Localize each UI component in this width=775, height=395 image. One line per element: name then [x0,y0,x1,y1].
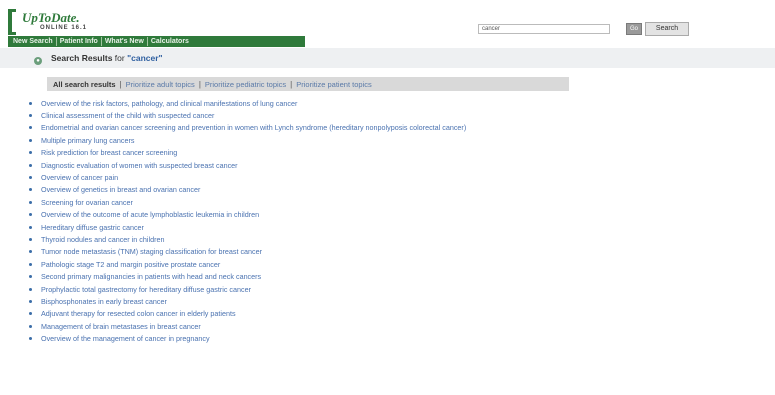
result-link[interactable]: Pathologic stage T2 and margin positive … [41,260,220,269]
result-item: Overview of the outcome of acute lymphob… [29,209,466,221]
result-item: Overview of the risk factors, pathology,… [29,97,466,109]
result-item: Clinical assessment of the child with su… [29,109,466,121]
bullet-icon [29,250,32,254]
result-item: Pathologic stage T2 and margin positive … [29,258,466,270]
main-nav: New Search Patient Info What's New Calcu… [8,36,305,47]
nav-whats-new[interactable]: What's New [102,37,148,46]
result-item: Diagnostic evaluation of women with susp… [29,159,466,171]
bullet-icon [29,101,32,105]
result-link[interactable]: Multiple primary lung cancers [41,136,134,145]
result-item: Management of brain metastases in breast… [29,320,466,332]
bullet-icon [29,262,32,266]
results-query: "cancer" [127,53,163,63]
result-item: Prophylactic total gastrectomy for hered… [29,283,466,295]
result-link[interactable]: Hereditary diffuse gastric cancer [41,223,144,232]
results-title-for: for [114,53,125,63]
logo-name: UpToDate. [22,10,80,25]
uptodate-logo[interactable]: UpToDate. ONLINE 16.1 [8,9,308,35]
result-link[interactable]: Tumor node metastasis (TNM) staging clas… [41,247,262,256]
bullet-icon [29,163,32,167]
nav-calculators[interactable]: Calculators [148,37,192,46]
go-button[interactable]: Go [626,23,642,35]
bullet-icon [29,287,32,291]
bullet-icon [29,138,32,142]
bullet-icon [29,225,32,229]
top-header: UpToDate. ONLINE 16.1 New Search Patient… [0,0,775,48]
result-link[interactable]: Management of brain metastases in breast… [41,322,201,331]
result-link[interactable]: Screening for ovarian cancer [41,198,133,207]
result-link[interactable]: Clinical assessment of the child with su… [41,111,214,120]
result-link[interactable]: Thyroid nodules and cancer in children [41,235,164,244]
bullet-icon [29,312,32,316]
search-input[interactable] [478,24,610,34]
result-link[interactable]: Bisphosphonates in early breast cancer [41,297,167,306]
tab-patient-topics[interactable]: Prioritize patient topics [293,80,374,89]
result-item: Screening for ovarian cancer [29,196,466,208]
result-filter-tabs: All search results | Prioritize adult to… [47,77,569,91]
tab-all-results[interactable]: All search results [50,80,119,89]
result-link[interactable]: Overview of the risk factors, pathology,… [41,99,297,108]
results-list: Overview of the risk factors, pathology,… [29,97,466,345]
search-results-icon: ● [34,57,42,65]
result-item: Bisphosphonates in early breast cancer [29,295,466,307]
bullet-icon [29,176,32,180]
result-link[interactable]: Adjuvant therapy for resected colon canc… [41,309,236,318]
result-link[interactable]: Overview of cancer pain [41,173,118,182]
result-link[interactable]: Risk prediction for breast cancer screen… [41,148,177,157]
result-item: Second primary malignancies in patients … [29,270,466,282]
bullet-icon [29,200,32,204]
bullet-icon [29,324,32,328]
result-link[interactable]: Diagnostic evaluation of women with susp… [41,161,238,170]
bullet-icon [29,188,32,192]
result-link[interactable]: Second primary malignancies in patients … [41,272,261,281]
logo-bracket-icon [8,9,16,35]
results-title-prefix: Search Results [51,53,113,63]
tab-adult-topics[interactable]: Prioritize adult topics [123,80,198,89]
bullet-icon [29,151,32,155]
result-item: Adjuvant therapy for resected colon canc… [29,308,466,320]
results-title: Search Results for "cancer" [51,53,163,63]
bullet-icon [29,237,32,241]
result-item: Hereditary diffuse gastric cancer [29,221,466,233]
nav-new-search[interactable]: New Search [10,37,57,46]
bullet-icon [29,275,32,279]
result-link[interactable]: Endometrial and ovarian cancer screening… [41,123,466,132]
result-link[interactable]: Overview of the management of cancer in … [41,334,210,343]
tab-pediatric-topics[interactable]: Prioritize pediatric topics [202,80,289,89]
result-item: Overview of genetics in breast and ovari… [29,184,466,196]
nav-patient-info[interactable]: Patient Info [57,37,102,46]
logo-subtitle: ONLINE 16.1 [40,25,88,31]
result-link[interactable]: Overview of genetics in breast and ovari… [41,185,200,194]
bullet-icon [29,299,32,303]
result-item: Tumor node metastasis (TNM) staging clas… [29,246,466,258]
result-item: Endometrial and ovarian cancer screening… [29,122,466,134]
result-link[interactable]: Prophylactic total gastrectomy for hered… [41,285,251,294]
result-item: Overview of the management of cancer in … [29,332,466,344]
bullet-icon [29,213,32,217]
result-item: Multiple primary lung cancers [29,134,466,146]
result-item: Risk prediction for breast cancer screen… [29,147,466,159]
bullet-icon [29,114,32,118]
result-item: Overview of cancer pain [29,171,466,183]
result-link[interactable]: Overview of the outcome of acute lymphob… [41,210,259,219]
bullet-icon [29,126,32,130]
result-item: Thyroid nodules and cancer in children [29,233,466,245]
search-button[interactable]: Search [645,22,689,36]
bullet-icon [29,337,32,341]
